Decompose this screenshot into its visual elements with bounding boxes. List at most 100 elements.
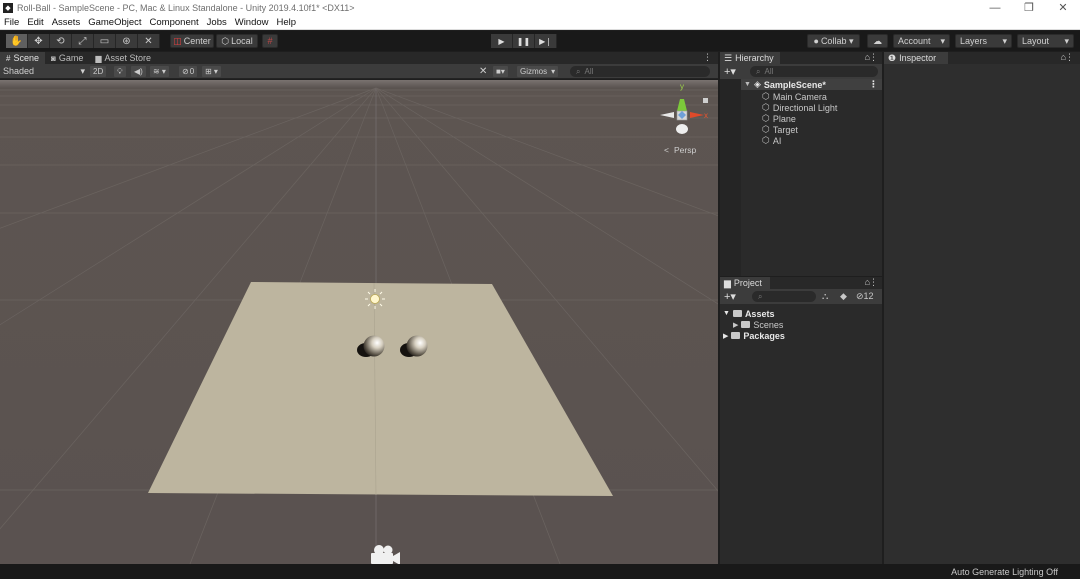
gizmos-dropdown[interactable]: Gizmos ▾: [517, 66, 559, 77]
menu-assets[interactable]: Assets: [48, 17, 85, 28]
cloud-button[interactable]: ☁: [867, 34, 888, 48]
menu-help[interactable]: Help: [273, 17, 301, 28]
mode-2d-label: 2D: [93, 67, 104, 76]
close-button[interactable]: ✕: [1046, 0, 1080, 16]
project-menu-icon[interactable]: ⋮: [869, 277, 878, 288]
expand-arrow-icon[interactable]: ▼: [723, 310, 730, 317]
tab-asset-store[interactable]: ▆ Asset Store: [89, 52, 157, 64]
tab-scene[interactable]: # Scene: [0, 52, 45, 64]
scene-name: SampleScene*: [763, 79, 826, 90]
effects-icon: ≋ ▾: [153, 67, 166, 76]
hierarchy-toolbar: +▾ ⌕ All: [720, 64, 882, 79]
menu-gameobject[interactable]: GameObject: [84, 17, 145, 28]
hierarchy-item-directional-light[interactable]: ⬡ Directional Light: [762, 102, 837, 113]
tab-game-label: Game: [58, 53, 84, 63]
transform-tool-icon[interactable]: ⊛: [116, 34, 138, 48]
ai-sphere[interactable]: [406, 335, 428, 357]
collapse-arrow-icon[interactable]: ▶: [723, 332, 728, 340]
menu-edit[interactable]: Edit: [23, 17, 47, 28]
hidden-objects-toggle[interactable]: ⊘ 0: [179, 66, 198, 77]
step-icon[interactable]: ▶❘: [535, 34, 557, 48]
inspector-menu-icon[interactable]: ⋮: [1065, 52, 1074, 63]
cloud-icon: ☁: [873, 35, 882, 46]
hierarchy-item-ai[interactable]: ⬡ AI: [762, 135, 781, 146]
grid-toggle[interactable]: ⊞ ▾: [202, 66, 221, 77]
tab-project[interactable]: ▆ Project: [720, 277, 770, 289]
hierarchy-item-target[interactable]: ⬡ Target: [762, 124, 798, 135]
pivot-center-button[interactable]: ◫ Center: [170, 34, 214, 48]
layers-dropdown[interactable]: Layers ▾: [955, 34, 1012, 48]
projection-mode-label[interactable]: Persp: [674, 145, 696, 155]
filter-type-icon[interactable]: ⛬: [822, 291, 828, 302]
target-sphere[interactable]: [363, 335, 385, 357]
menu-file[interactable]: File: [0, 17, 23, 28]
hierarchy-create-button[interactable]: +▾: [724, 65, 736, 78]
scene-panel-menu-icon[interactable]: ⋮: [703, 52, 712, 63]
minimize-button[interactable]: —: [978, 0, 1012, 16]
cube-icon: ⬡: [762, 135, 770, 145]
scene-expand-icon[interactable]: ▼: [744, 81, 751, 88]
tab-inspector[interactable]: ❶ Inspector: [884, 52, 948, 64]
scene-menu-icon[interactable]: ⋮: [869, 79, 878, 90]
snap-settings-button[interactable]: #: [262, 34, 278, 48]
restore-button[interactable]: ❐: [1012, 0, 1046, 16]
scene-viewport[interactable]: y x < Persp: [0, 80, 718, 564]
project-folder-scenes[interactable]: ▶ Scenes: [733, 319, 783, 330]
tools-icon[interactable]: ✕: [479, 66, 487, 77]
project-search-input[interactable]: ⌕: [752, 291, 816, 302]
project-folder-assets[interactable]: ▼ Assets: [723, 308, 774, 319]
lighting-status[interactable]: Auto Generate Lighting Off: [951, 567, 1058, 577]
project-folder-packages[interactable]: ▶ Packages: [723, 330, 785, 341]
play-icon[interactable]: ▶: [491, 34, 513, 48]
menu-window[interactable]: Window: [231, 17, 273, 28]
mode-2d-toggle[interactable]: 2D: [90, 66, 107, 77]
hierarchy-item-plane[interactable]: ⬡ Plane: [762, 113, 796, 124]
hierarchy-menu-icon[interactable]: ⋮: [869, 52, 878, 63]
layers-label: Layers: [960, 36, 988, 46]
tab-game[interactable]: ◙ Game: [45, 52, 89, 64]
axis-y-label: y: [680, 82, 684, 91]
menu-component[interactable]: Component: [146, 17, 203, 28]
audio-toggle[interactable]: ◀︎): [131, 66, 146, 77]
project-create-button[interactable]: +▾: [724, 290, 736, 303]
shading-mode-dropdown[interactable]: Shaded ▾: [3, 66, 85, 76]
scale-tool-icon[interactable]: ⤢: [72, 34, 94, 48]
camera-settings-dropdown[interactable]: ■▾: [493, 66, 508, 77]
custom-tool-icon[interactable]: ✕: [138, 34, 160, 48]
scene-search-input[interactable]: ⌕ All: [570, 66, 710, 77]
project-search-icon: ⌕: [758, 291, 763, 301]
hierarchy-scene-row[interactable]: ▼ ◈ SampleScene* ⋮: [741, 79, 882, 90]
lock-icon[interactable]: [703, 98, 708, 103]
hierarchy-item-main-camera[interactable]: ⬡ Main Camera: [762, 91, 827, 102]
filter-label-icon[interactable]: ◆: [840, 291, 847, 302]
tab-scene-label: Scene: [13, 53, 39, 63]
camera-icon: ■▾: [496, 67, 505, 76]
hierarchy-search-input[interactable]: ⌕ All: [750, 66, 878, 77]
projection-mode-icon[interactable]: <: [664, 145, 669, 155]
hand-tool-icon[interactable]: ✋: [6, 34, 28, 48]
hidden-packages-toggle[interactable]: ⊘12: [856, 291, 874, 302]
camera-gizmo-icon[interactable]: [371, 545, 400, 564]
account-dropdown[interactable]: Account ▾: [893, 34, 950, 48]
menu-jobs[interactable]: Jobs: [203, 17, 231, 28]
move-tool-icon[interactable]: ✥: [28, 34, 50, 48]
rect-tool-icon[interactable]: ▭: [94, 34, 116, 48]
rotate-tool-icon[interactable]: ⟲: [50, 34, 72, 48]
folder-label: Packages: [743, 330, 785, 341]
tab-hierarchy[interactable]: ☰ Hierarchy: [720, 52, 780, 64]
collapse-arrow-icon[interactable]: ▶: [733, 321, 738, 329]
effects-dropdown[interactable]: ≋ ▾: [150, 66, 169, 77]
layout-dropdown[interactable]: Layout ▾: [1017, 34, 1074, 48]
folder-label: Assets: [744, 308, 775, 319]
ground-plane[interactable]: [148, 282, 613, 496]
orientation-gizmo[interactable]: [660, 98, 708, 134]
pause-icon[interactable]: ❚❚: [513, 34, 535, 48]
lighting-toggle[interactable]: 💡︎: [114, 66, 126, 77]
pivot-local-button[interactable]: ⬡ Local: [216, 34, 258, 48]
sun-light-icon[interactable]: [365, 289, 385, 309]
collab-label: Collab ▾: [820, 35, 854, 46]
hierarchy-item-label: Directional Light: [772, 102, 838, 113]
collab-button[interactable]: ● Collab ▾: [807, 34, 860, 48]
scene-tab-bar: # Scene ◙ Game ▆ Asset Store ⋮: [0, 52, 718, 64]
account-chevron-down-icon: ▾: [940, 35, 945, 46]
